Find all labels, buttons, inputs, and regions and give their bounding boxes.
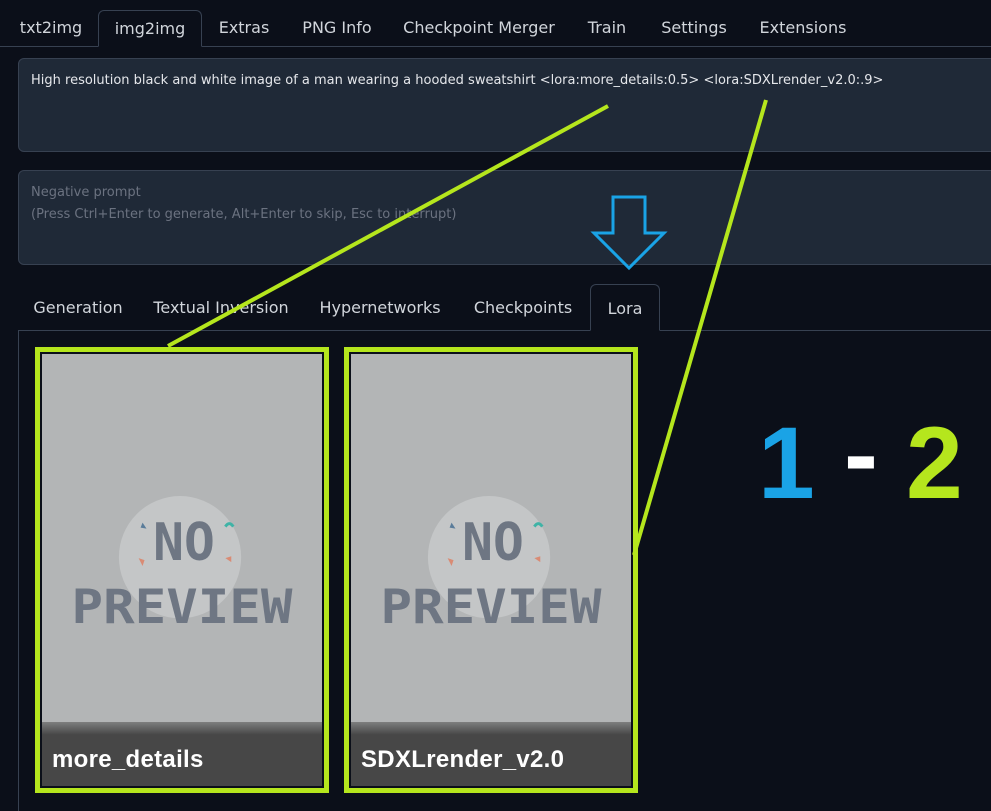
connector-line-1 — [167, 104, 609, 348]
annotation-number-2: 2 — [906, 406, 963, 520]
annotation-dash: - — [844, 397, 878, 511]
annotation-overlay — [167, 99, 768, 556]
down-arrow-icon — [590, 195, 668, 271]
annotation-number-1: 1 — [758, 406, 815, 520]
connector-line-2 — [632, 99, 768, 556]
